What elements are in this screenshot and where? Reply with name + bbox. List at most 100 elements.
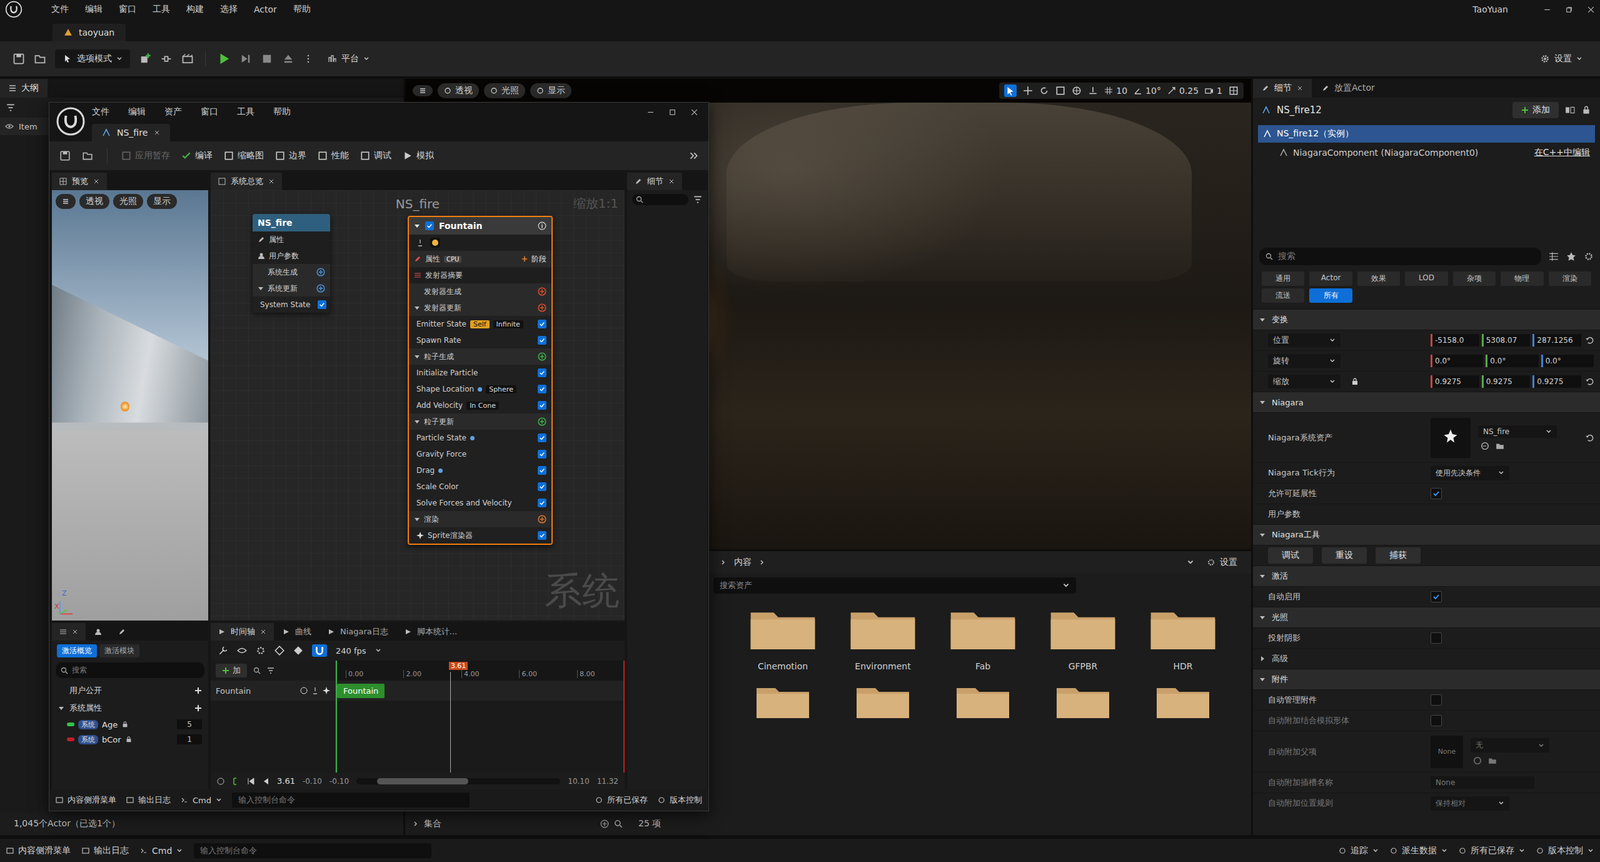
path-segment[interactable]: 内容 [734,556,752,568]
module-checkbox[interactable] [537,368,547,378]
menu-item[interactable]: 工具 [152,3,171,16]
add-module-icon[interactable] [537,514,547,524]
niagara-editor-window[interactable]: 文件编辑资产窗口工具帮助NS_fire应用暂存编译缩略图边界性能调试模拟预览透视… [48,101,710,811]
status-bar-button[interactable]: 输出日志 [126,794,171,806]
folder-item[interactable] [848,682,918,720]
parent-combo[interactable]: 无 [1470,737,1550,753]
module-checkbox[interactable] [537,482,547,491]
view-icon[interactable] [236,645,247,656]
property-section[interactable]: 光照 [1252,606,1600,628]
maximize-icon[interactable] [668,108,677,117]
search-icon[interactable] [613,819,623,828]
grid-snap[interactable]: 10 [1104,85,1128,96]
collections-header[interactable]: 集合 [405,817,631,830]
niagara-toolbar-button[interactable]: 缩略图 [223,150,264,162]
menu-item[interactable]: 选择 [220,3,238,16]
category-filter[interactable]: 流送 [1261,288,1305,303]
scale-icon[interactable] [1055,85,1066,96]
module-checkbox[interactable] [537,400,547,410]
category-filter[interactable]: 物理 [1500,271,1544,286]
niagara-toolbar-button[interactable]: 边界 [275,150,307,162]
category-filter[interactable]: 所有 [1309,288,1352,303]
viewport-view-button[interactable]: 光照 [483,83,526,99]
property-section[interactable]: 附件 [1252,668,1600,690]
param-value[interactable]: 5 [176,719,202,730]
param-row[interactable]: 系统bCor1 [51,731,209,747]
unreal-logo-icon[interactable] [5,0,23,19]
close-tab-icon[interactable] [1296,85,1304,92]
lock-icon[interactable] [1581,105,1592,116]
params-tab[interactable] [51,622,86,641]
menu-item[interactable]: 窗口 [200,106,219,118]
key-icon[interactable] [274,645,285,656]
cmd-dropdown[interactable]: Cmd [140,845,183,856]
timeline-scrollbar[interactable] [356,777,561,785]
add-stage-button[interactable]: 阶段 [531,253,547,265]
folder-item[interactable] [1148,682,1218,720]
folder-item[interactable] [748,682,818,720]
step-icon[interactable] [239,52,252,66]
stop-icon[interactable] [260,52,274,66]
scroll-thumb[interactable] [377,777,469,785]
menu-item[interactable]: 帮助 [293,3,311,16]
tool-button[interactable]: 捕获 [1375,547,1421,564]
info-icon[interactable] [537,221,547,231]
property-section[interactable]: 激活 [1252,565,1600,586]
params-view-tab[interactable]: 激活概览 [56,644,97,658]
range-end-view[interactable]: 10.10 [567,776,589,786]
asset-combo[interactable]: NS_fire [1478,425,1557,438]
node-row[interactable]: Initialize Particle [408,364,552,381]
close-icon[interactable] [1586,5,1595,14]
asset-search[interactable]: 搜索资产 [713,577,1077,594]
status-bar-button[interactable]: 所有已保存 [595,794,648,806]
property-section[interactable]: 变换 [1252,308,1600,330]
settings-dropdown[interactable]: 设置 [1534,50,1588,67]
params-group[interactable]: 系统属性 [51,699,209,717]
timeline-tab[interactable]: Niagara日志 [320,622,396,641]
eye-icon[interactable] [5,121,14,131]
property-section[interactable]: Niagara工具 [1252,523,1600,545]
vector-field[interactable]: 0.9275 [1430,375,1480,388]
time-ruler[interactable]: 0.002.004.006.008.00 [337,660,624,681]
property-checkbox[interactable] [1430,694,1442,706]
folder-item[interactable] [948,682,1018,720]
overflow-icon[interactable] [688,150,699,161]
niagara-toolbar-button[interactable]: 性能 [317,150,349,162]
reset-arrow-icon[interactable] [1584,377,1594,386]
menu-item[interactable]: 帮助 [273,106,291,118]
range-end-out[interactable]: 11.32 [597,776,619,786]
reset-arrow-icon[interactable] [1584,433,1594,443]
menu-item[interactable]: Actor [253,4,277,15]
property-checkbox[interactable] [1430,632,1442,644]
add-module-icon[interactable] [316,267,326,277]
timeline-tab[interactable]: 曲线 [275,622,319,641]
maximize-icon[interactable] [1228,85,1239,96]
cmd-dropdown[interactable]: Cmd [180,795,222,805]
save-icon[interactable] [59,150,71,162]
status-bar-button[interactable]: 内容侧滑菜单 [55,794,117,806]
params-search[interactable]: 搜索 [55,662,205,678]
timeline-tab[interactable]: 脚本统计... [397,622,465,641]
gear-icon[interactable] [1583,251,1594,262]
preview-view-button[interactable]: 透视 [79,193,110,209]
preview-menu-button[interactable] [55,193,76,209]
browse-icon[interactable] [81,150,94,162]
add-module-icon[interactable] [537,286,547,296]
info-icon[interactable] [216,777,225,785]
node-row[interactable]: Shape LocationSphere [408,380,552,398]
close-tab-icon[interactable] [668,178,675,185]
close-tab-icon[interactable] [153,129,161,136]
vector-field[interactable]: 5308.07 [1481,333,1531,347]
filter-icon[interactable] [266,666,275,675]
folder-item[interactable] [1048,682,1118,720]
category-filter[interactable]: 效果 [1357,271,1400,286]
search-icon[interactable] [253,666,261,675]
details-tab[interactable]: 细节 [1252,78,1312,98]
close-tab-icon[interactable] [71,628,79,635]
property-dropdown[interactable]: 使用先决条件 [1430,465,1510,481]
status-bar-button[interactable]: 追踪 [1338,844,1379,856]
menu-item[interactable]: 编辑 [85,3,103,16]
edit-in-cpp-link[interactable]: 在C++中编辑 [1534,146,1590,159]
module-checkbox[interactable] [537,498,547,508]
niagara-toolbar-button[interactable]: 编译 [181,150,213,162]
